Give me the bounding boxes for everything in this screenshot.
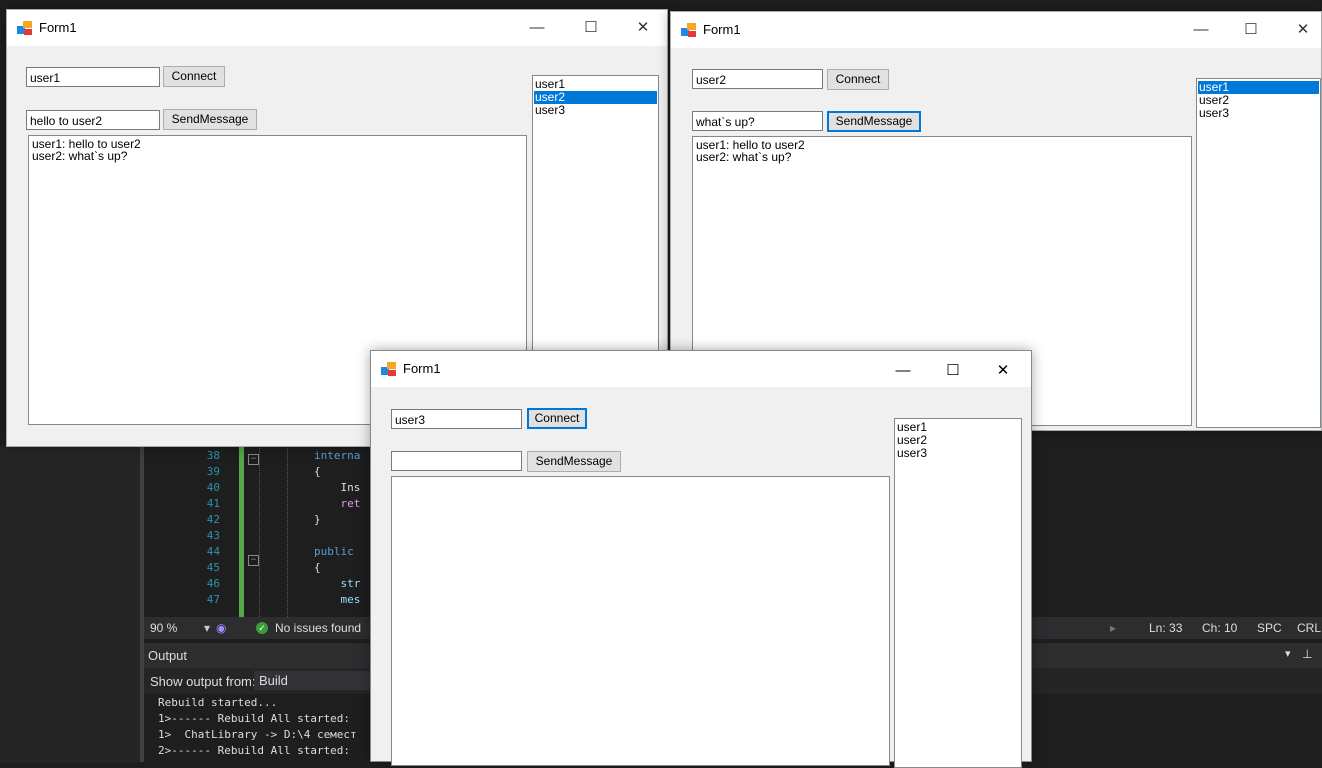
user-list-item[interactable]: user3: [896, 447, 1020, 460]
message-field[interactable]: what`s up?: [692, 111, 823, 131]
code-line[interactable]: str: [314, 577, 360, 590]
check-icon: ✓: [256, 622, 268, 634]
line-number: 44: [206, 545, 220, 558]
line-indicator[interactable]: Ln: 33: [1149, 621, 1182, 635]
zoom-level[interactable]: 90 %: [150, 621, 177, 635]
dropdown-icon[interactable]: ▾: [1285, 647, 1291, 660]
code-line[interactable]: interna: [314, 449, 360, 462]
form-app-icon: [381, 362, 397, 376]
close-icon[interactable]: ✕: [629, 14, 657, 42]
scroll-right-icon[interactable]: ▸: [1110, 621, 1116, 635]
chat-history[interactable]: [391, 476, 890, 766]
collapse-icon[interactable]: −: [248, 555, 259, 566]
line-ending-indicator[interactable]: CRL: [1297, 621, 1321, 635]
indent-guide: [287, 445, 288, 617]
minimize-icon[interactable]: —: [889, 357, 917, 385]
message-field[interactable]: hello to user2: [26, 110, 160, 130]
minimize-icon[interactable]: —: [523, 14, 551, 42]
connect-button[interactable]: Connect: [527, 408, 587, 429]
line-number: 45: [206, 561, 220, 574]
users-list[interactable]: user1 user2 user3: [894, 418, 1022, 768]
minimize-icon[interactable]: —: [1187, 16, 1215, 44]
issues-status[interactable]: No issues found: [275, 621, 361, 635]
send-message-button[interactable]: SendMessage: [827, 111, 921, 132]
line-number: 42: [206, 513, 220, 526]
code-line[interactable]: public: [314, 545, 360, 558]
output-line: Rebuild started...: [158, 696, 278, 709]
users-list[interactable]: user1 user2 user3: [1196, 78, 1321, 428]
user-list-item[interactable]: user3: [1198, 107, 1319, 120]
line-number: 47: [206, 593, 220, 606]
change-indicator-bar: [239, 445, 244, 617]
code-line[interactable]: Ins: [314, 481, 360, 494]
username-field[interactable]: user2: [692, 69, 823, 89]
username-field[interactable]: user1: [26, 67, 160, 87]
output-line: 1>------ Rebuild All started:: [158, 712, 357, 725]
copilot-icon[interactable]: ◉: [216, 621, 226, 635]
connect-button[interactable]: Connect: [163, 66, 225, 87]
code-line[interactable]: {: [314, 561, 321, 574]
close-icon[interactable]: ✕: [1289, 16, 1317, 44]
message-field[interactable]: [391, 451, 522, 471]
pin-icon[interactable]: ⊥: [1302, 647, 1312, 661]
close-icon[interactable]: ✕: [989, 357, 1017, 385]
output-source-select[interactable]: Build: [254, 671, 374, 690]
chevron-down-icon[interactable]: ▾: [204, 621, 210, 635]
form-app-icon: [681, 23, 697, 37]
window-title: Form1: [39, 20, 77, 35]
show-output-label: Show output from:: [150, 674, 256, 689]
window-title: Form1: [703, 22, 741, 37]
output-title: Output: [148, 648, 188, 663]
whitespace-indicator[interactable]: SPC: [1257, 621, 1282, 635]
line-number: 41: [206, 497, 220, 510]
send-message-button[interactable]: SendMessage: [527, 451, 621, 472]
code-line[interactable]: }: [314, 513, 321, 526]
form1-window-user3: Form1 — ☐ ✕ user3 Connect SendMessage us…: [370, 350, 1032, 768]
send-message-button[interactable]: SendMessage: [163, 109, 257, 130]
title-bar[interactable]: Form1 — ☐ ✕: [7, 10, 667, 46]
indent-guide: [259, 445, 260, 617]
window-title: Form1: [403, 361, 441, 376]
username-field[interactable]: user3: [391, 409, 522, 429]
user-list-item[interactable]: user3: [534, 104, 657, 117]
code-line[interactable]: {: [314, 465, 321, 478]
line-number: 39: [206, 465, 220, 478]
chat-line: user2: what`s up?: [32, 149, 128, 163]
output-line: 2>------ Rebuild All started:: [158, 744, 357, 757]
line-number: 40: [206, 481, 220, 494]
maximize-icon[interactable]: ☐: [1237, 16, 1265, 44]
ide-side-panel: [0, 445, 140, 762]
code-line[interactable]: mes: [314, 593, 360, 606]
column-indicator[interactable]: Ch: 10: [1202, 621, 1237, 635]
form-app-icon: [17, 21, 33, 35]
maximize-icon[interactable]: ☐: [939, 357, 967, 385]
line-number: 46: [206, 577, 220, 590]
title-bar[interactable]: Form1 — ☐ ✕: [371, 351, 1031, 387]
maximize-icon[interactable]: ☐: [577, 14, 605, 42]
chat-line: user2: what`s up?: [696, 150, 792, 164]
output-line: 1> ChatLibrary -> D:\4 семест: [158, 728, 357, 741]
line-number: 38: [206, 449, 220, 462]
collapse-icon[interactable]: −: [248, 454, 259, 465]
connect-button[interactable]: Connect: [827, 69, 889, 90]
code-line[interactable]: ret: [314, 497, 360, 510]
users-list[interactable]: user1 user2 user3: [532, 75, 659, 360]
line-number: 43: [206, 529, 220, 542]
title-bar[interactable]: Form1 — ☐ ✕: [671, 12, 1321, 48]
